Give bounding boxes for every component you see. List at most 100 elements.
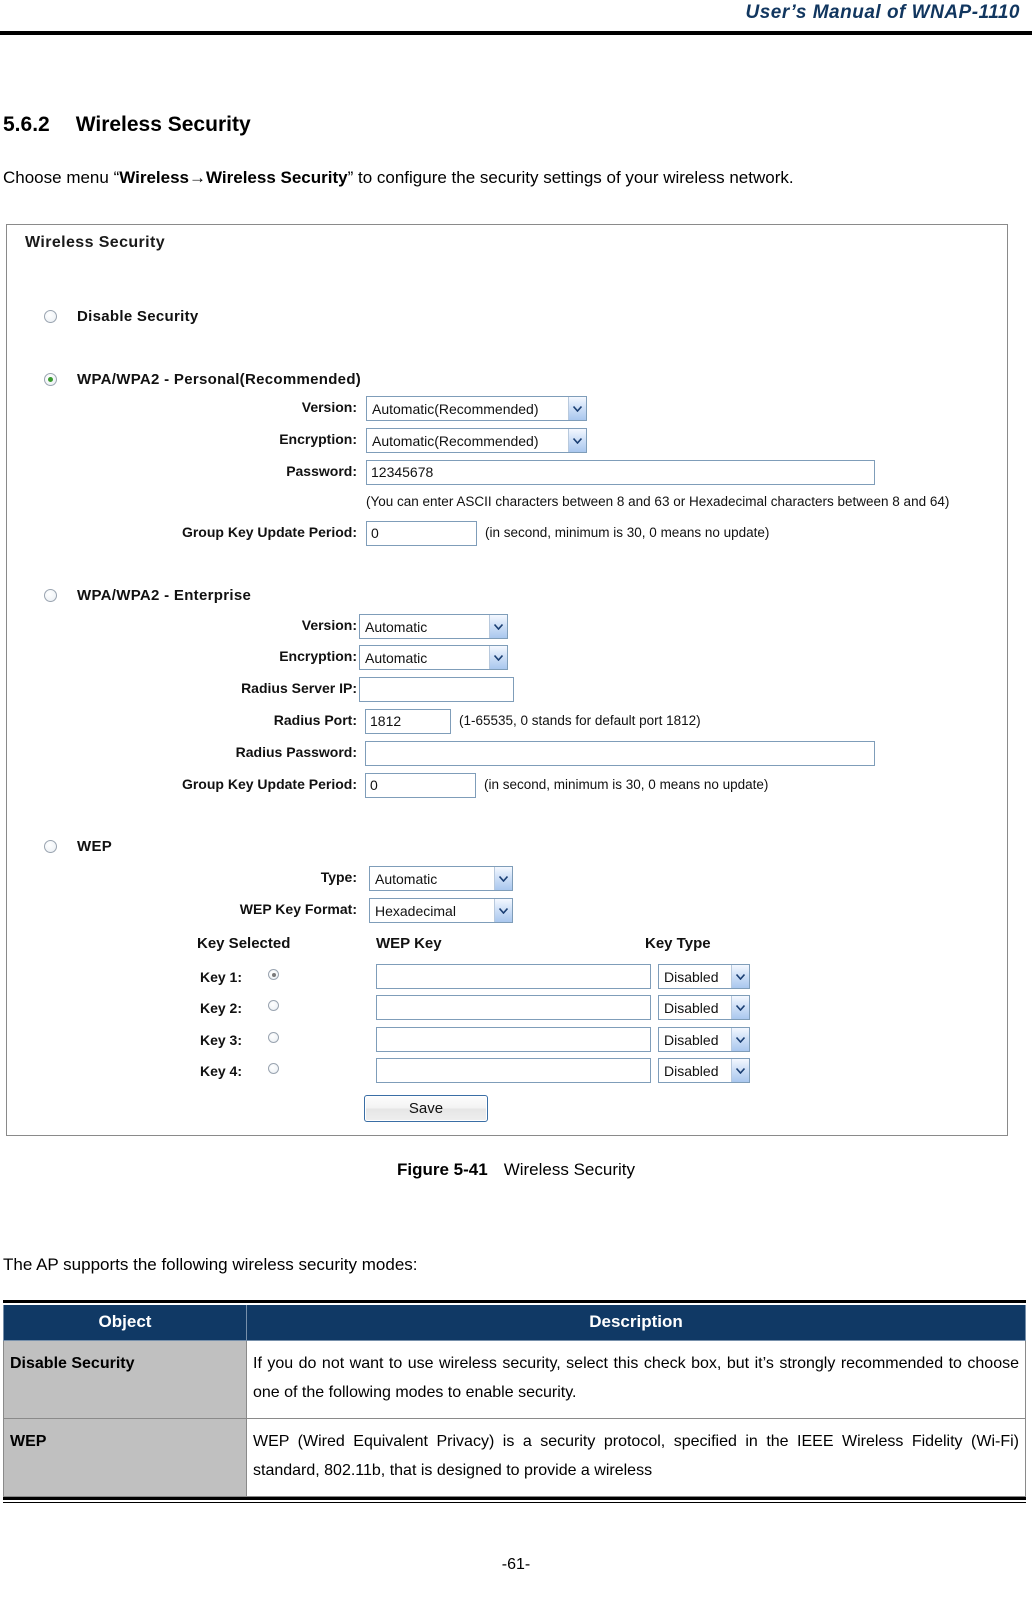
select-wep-key-format-value: Hexadecimal <box>375 902 456 919</box>
label-wep-key-format: WEP Key Format: <box>239 901 357 917</box>
select-enterprise-version[interactable]: Automatic <box>359 614 508 639</box>
mode-row-wpa-enterprise[interactable]: WPA/WPA2 - Enterprise <box>44 587 251 604</box>
select-personal-encryption-value: Automatic(Recommended) <box>372 432 539 449</box>
select-wep-type[interactable]: Automatic <box>369 866 513 891</box>
input-wep-key-3[interactable] <box>376 1027 651 1052</box>
select-personal-version[interactable]: Automatic(Recommended) <box>366 396 587 421</box>
table-cell-description: If you do not want to use wireless secur… <box>246 1339 1026 1419</box>
figure-caption-text: Wireless Security <box>503 1160 635 1179</box>
figure-caption: Figure 5-41 Wireless Security <box>0 1160 1032 1180</box>
radio-wep[interactable] <box>44 840 57 853</box>
intro-prefix: Choose menu “ <box>3 168 120 187</box>
input-enterprise-radius-ip[interactable] <box>359 677 514 702</box>
input-personal-password[interactable]: 12345678 <box>366 460 875 485</box>
input-personal-group-key[interactable]: 0 <box>366 521 477 546</box>
intro-menu-wireless-security: Wireless Security <box>206 168 348 187</box>
select-wep-key-format[interactable]: Hexadecimal <box>369 898 513 923</box>
section-number: 5.6.2 <box>3 113 50 136</box>
section-intro: Choose menu “Wireless→Wireless Security”… <box>3 168 794 188</box>
input-enterprise-radius-port[interactable]: 1812 <box>365 709 451 734</box>
radio-wep-key-2[interactable] <box>268 1000 279 1011</box>
label-wep-key-3: Key 3: <box>199 1032 242 1048</box>
mode-label-wpa-enterprise: WPA/WPA2 - Enterprise <box>77 587 252 604</box>
label-enterprise-radius-password: Radius Password: <box>235 744 357 760</box>
select-wep-key-type-2[interactable]: Disabled <box>658 995 750 1020</box>
chevron-down-icon <box>731 1059 749 1082</box>
table-cell-object: WEP <box>3 1417 247 1497</box>
label-enterprise-encryption: Encryption: <box>279 648 357 664</box>
chevron-down-icon <box>494 899 512 922</box>
column-header-wep-key: WEP Key <box>376 935 442 952</box>
select-wep-key-type-3[interactable]: Disabled <box>658 1027 750 1052</box>
section-title: Wireless Security <box>75 113 251 136</box>
radio-wep-key-3[interactable] <box>268 1032 279 1043</box>
mode-row-wep[interactable]: WEP <box>44 838 112 855</box>
select-wep-key-type-1[interactable]: Disabled <box>658 964 750 989</box>
radio-wep-key-1[interactable] <box>268 969 279 980</box>
table-lead-in: The AP supports the following wireless s… <box>3 1255 418 1274</box>
select-wep-key-type-3-value: Disabled <box>664 1031 719 1048</box>
input-enterprise-radius-password[interactable] <box>365 741 875 766</box>
save-button[interactable]: Save <box>364 1095 488 1122</box>
hint-enterprise-radius-port: (1-65535, 0 stands for default port 1812… <box>459 713 701 728</box>
page-header: User’s Manual of WNAP-1110 <box>0 0 1032 40</box>
mode-row-wpa-personal[interactable]: WPA/WPA2 - Personal(Recommended) <box>44 371 361 388</box>
label-enterprise-radius-port: Radius Port: <box>273 712 357 728</box>
panel-title: Wireless Security <box>25 234 166 251</box>
select-wep-key-type-2-value: Disabled <box>664 999 719 1016</box>
label-enterprise-group-key: Group Key Update Period: <box>181 776 357 792</box>
input-wep-key-4[interactable] <box>376 1058 651 1083</box>
column-header-key-type: Key Type <box>645 935 711 952</box>
radio-wpa-enterprise[interactable] <box>44 589 57 602</box>
radio-wep-key-4[interactable] <box>268 1063 279 1074</box>
table-cell-object: Disable Security <box>3 1339 247 1419</box>
wireless-security-screenshot: Wireless Security Disable Security WPA/W… <box>6 224 1008 1136</box>
radio-wpa-personal[interactable] <box>44 373 57 386</box>
table-row: Disable Security If you do not want to u… <box>3 1339 1026 1419</box>
label-personal-password: Password: <box>286 463 357 479</box>
table-bottom-rule-2 <box>3 1501 1026 1503</box>
chevron-down-icon <box>731 965 749 988</box>
chevron-down-icon <box>494 867 512 890</box>
intro-arrow: → <box>189 168 207 187</box>
hint-personal-password: (You can enter ASCII characters between … <box>366 494 950 509</box>
hint-enterprise-group-key: (in second, minimum is 30, 0 means no up… <box>484 777 769 792</box>
select-wep-type-value: Automatic <box>375 870 438 887</box>
label-wep-key-1: Key 1: <box>199 969 242 985</box>
page-title: 5.6.2 Wireless Security <box>3 113 251 137</box>
label-personal-version: Version: <box>301 399 357 415</box>
label-enterprise-radius-ip: Radius Server IP: <box>241 680 357 696</box>
input-enterprise-group-key[interactable]: 0 <box>365 773 476 798</box>
header-divider <box>0 31 1032 35</box>
table-cell-description: WEP (Wired Equivalent Privacy) is a secu… <box>246 1417 1026 1497</box>
table-header-row: Object Description <box>3 1303 1026 1341</box>
mode-row-disable-security[interactable]: Disable Security <box>44 308 199 325</box>
label-enterprise-version: Version: <box>301 617 357 633</box>
chevron-down-icon <box>731 1028 749 1051</box>
manual-title: User’s Manual of WNAP-1110 <box>745 2 1020 23</box>
select-personal-encryption[interactable]: Automatic(Recommended) <box>366 428 587 453</box>
column-header-key-selected: Key Selected <box>197 935 291 952</box>
label-wep-type: Type: <box>320 869 357 885</box>
input-wep-key-1[interactable] <box>376 964 651 989</box>
chevron-down-icon <box>568 397 586 420</box>
select-enterprise-version-value: Automatic <box>365 618 428 635</box>
table-header-object: Object <box>3 1303 247 1341</box>
select-personal-version-value: Automatic(Recommended) <box>372 400 539 417</box>
label-wep-key-2: Key 2: <box>199 1000 242 1016</box>
select-enterprise-encryption[interactable]: Automatic <box>359 645 508 670</box>
chevron-down-icon <box>731 996 749 1019</box>
radio-disable-security[interactable] <box>44 310 57 323</box>
mode-label-wep: WEP <box>77 838 113 855</box>
save-button-label: Save <box>408 1100 444 1117</box>
mode-label-wpa-personal: WPA/WPA2 - Personal(Recommended) <box>77 371 362 388</box>
select-enterprise-encryption-value: Automatic <box>365 649 428 666</box>
input-wep-key-2[interactable] <box>376 995 651 1020</box>
label-personal-encryption: Encryption: <box>279 431 357 447</box>
select-wep-key-type-4[interactable]: Disabled <box>658 1058 750 1083</box>
select-wep-key-type-4-value: Disabled <box>664 1062 719 1079</box>
table-header-description: Description <box>246 1303 1026 1341</box>
label-wep-key-4: Key 4: <box>199 1063 242 1079</box>
intro-menu-wireless: Wireless <box>119 168 190 187</box>
chevron-down-icon <box>489 615 507 638</box>
